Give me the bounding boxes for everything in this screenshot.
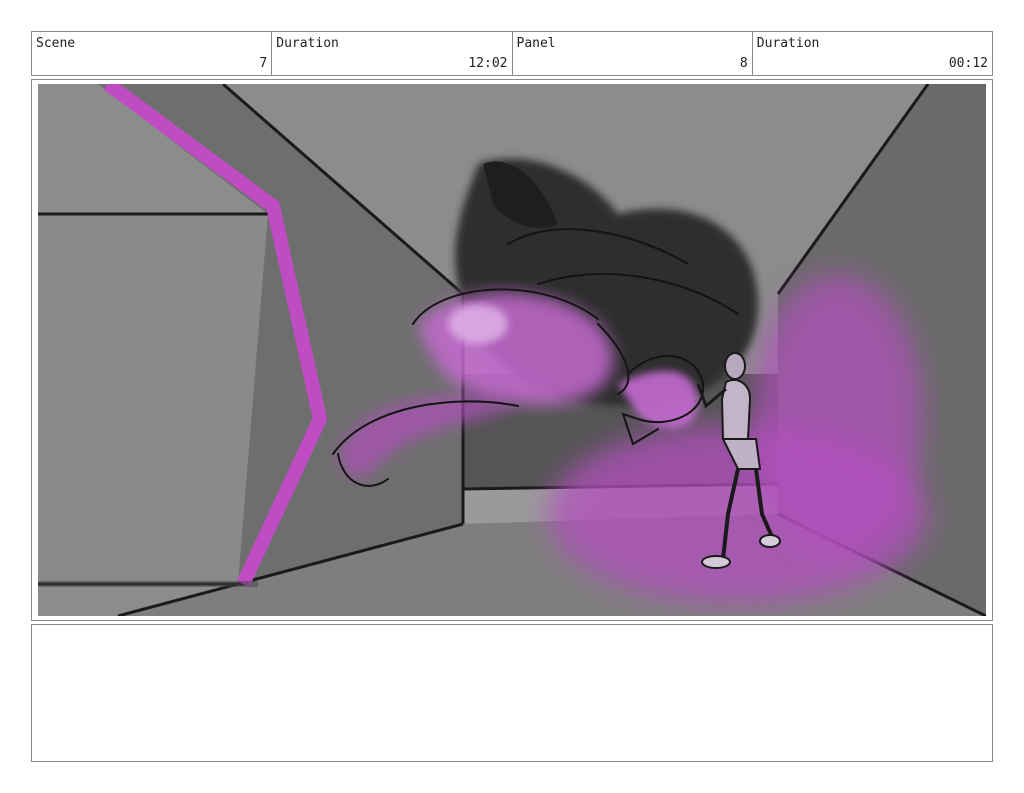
scene-label: Scene [36,36,76,51]
scene-cell: Scene 7 [32,32,273,75]
panel-sketch [38,84,986,616]
panel-cell: Panel 8 [513,32,753,75]
notes-box[interactable] [31,624,993,762]
storyboard-header: Scene 7 Duration 12:02 Panel 8 Duration … [31,31,993,76]
panel-value: 8 [739,56,748,71]
panel-duration-label: Duration [756,36,820,51]
scene-duration-cell: Duration 12:02 [272,32,513,75]
panel-label: Panel [516,36,556,51]
scene-value: 7 [259,56,268,71]
panel-duration-cell: Duration 00:12 [753,32,992,75]
scene-duration-value: 12:02 [468,56,508,71]
panel-duration-value: 00:12 [948,56,988,71]
storyboard-panel-image [38,84,986,616]
scene-duration-label: Duration [276,36,339,51]
